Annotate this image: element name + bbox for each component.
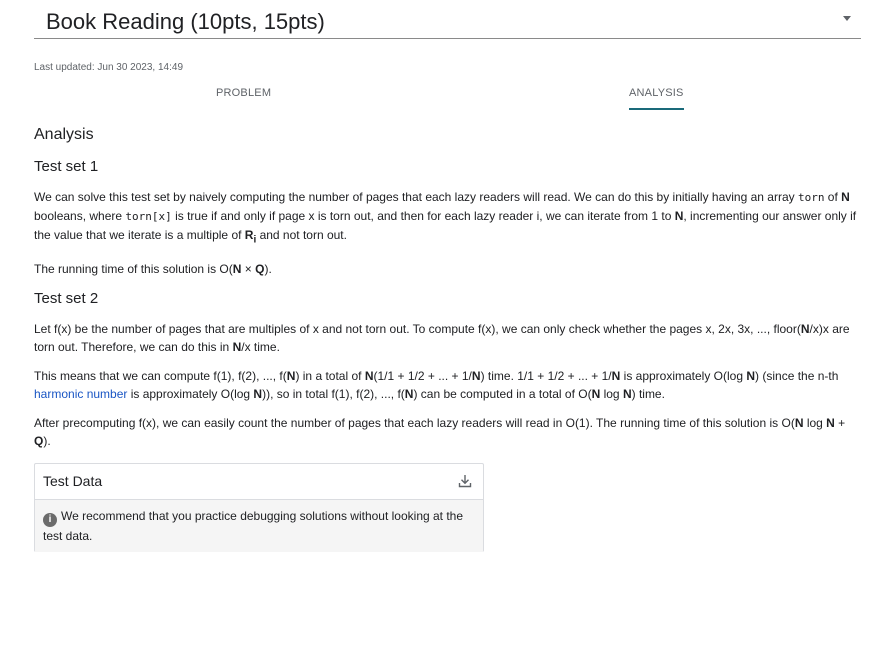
test-data-title: Test Data [43, 473, 103, 489]
test-set-1-paragraph-2: The running time of this solution is O(N… [34, 262, 272, 277]
test-set-1-paragraph-1: We can solve this test set by naively co… [34, 190, 857, 246]
analysis-content: Analysis Test set 1 We can solve this te… [34, 124, 862, 450]
page-title: Book Reading (10pts, 15pts) [46, 9, 325, 34]
test-data-notice-text: We recommend that you practice debugging… [43, 509, 464, 543]
test-set-2-paragraph-1: Let f(x) be the number of pages that are… [34, 322, 850, 355]
test-set-2-paragraph-2: This means that we can compute f(1), f(2… [34, 369, 839, 402]
caret-down-icon[interactable] [843, 16, 851, 21]
last-updated: Last updated: Jun 30 2023, 14:49 [34, 62, 184, 73]
code-torn: torn [797, 191, 825, 204]
analysis-heading: Analysis [34, 126, 94, 143]
page-header: Book Reading (10pts, 15pts) [34, 0, 861, 39]
test-data-notice: i We recommend that you practice debuggin… [35, 500, 483, 552]
test-data-panel: Test Data i We recommend that you practic… [34, 463, 484, 552]
test-set-2-heading: Test set 2 [34, 290, 99, 308]
info-icon: i [43, 513, 57, 527]
test-set-1-heading: Test set 1 [34, 158, 99, 175]
tab-problem[interactable]: PROBLEM [216, 87, 271, 99]
test-set-2-paragraph-3: After precomputing f(x), we can easily c… [34, 416, 846, 449]
harmonic-number-link[interactable]: harmonic number [34, 387, 127, 401]
test-data-header: Test Data [35, 464, 483, 500]
code-torn-x: torn[x] [125, 210, 172, 223]
tab-analysis[interactable]: ANALYSIS [629, 87, 684, 110]
download-icon[interactable] [457, 473, 473, 489]
